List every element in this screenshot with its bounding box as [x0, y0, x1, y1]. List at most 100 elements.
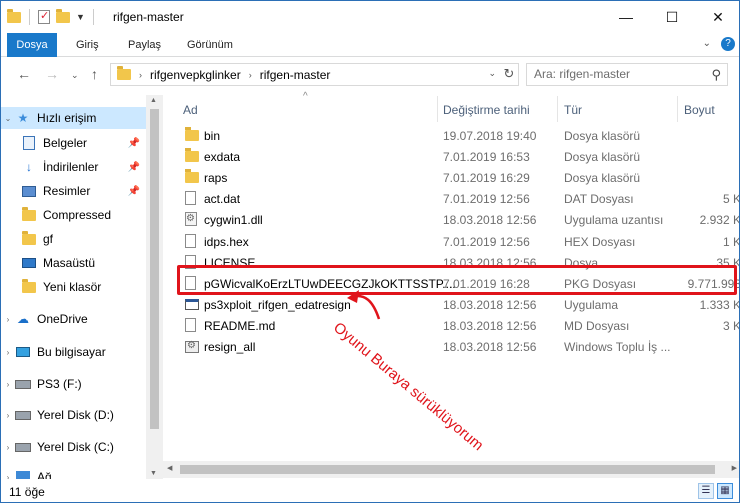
sidebar-item-new-folder[interactable]: Yeni klasör [1, 276, 146, 298]
sidebar-item-gf[interactable]: gf [1, 228, 146, 250]
network-icon [16, 471, 30, 479]
dll-icon [185, 212, 197, 227]
expand-chevron-icon[interactable]: › [1, 443, 15, 452]
sidebar-scrollbar[interactable]: ▲ ▼ [146, 95, 163, 479]
sidebar-item-this-pc[interactable]: › Bu bilgisayar [1, 341, 146, 363]
sidebar-item-label: İndirilenler [43, 160, 99, 174]
sidebar-scrollbar-thumb[interactable] [150, 109, 159, 429]
expand-chevron-icon[interactable]: ⌄ [1, 114, 15, 123]
sidebar-item-label: Hızlı erişim [37, 111, 97, 125]
help-button[interactable]: ? [721, 37, 735, 51]
search-icon: ⚲ [711, 67, 721, 82]
sidebar-item-label: PS3 (F:) [37, 377, 82, 391]
up-arrow-icon[interactable]: ↑ [91, 66, 98, 82]
expand-chevron-icon[interactable]: › [1, 411, 15, 420]
tab-home[interactable]: Giriş [76, 33, 99, 57]
column-separator[interactable] [677, 96, 678, 122]
table-row[interactable]: bin 19.07.2018 19:40 Dosya klasörü [163, 126, 739, 147]
maximize-button[interactable]: ☐ [649, 1, 695, 33]
table-row[interactable]: resign_all 18.03.2018 12:56 Windows Toplu … [163, 337, 739, 358]
details-view-icon[interactable]: ☰ [698, 483, 714, 499]
file-type: HEX Dosyası [564, 234, 636, 249]
address-bar[interactable]: › rifgenvepkglinker › rifgen-master ⌄ [110, 63, 519, 86]
folder-icon [117, 66, 131, 80]
sidebar-item-documents[interactable]: Belgeler 📌 [1, 132, 146, 154]
sidebar-item-onedrive[interactable]: › ☁ OneDrive [1, 308, 146, 330]
pin-icon[interactable]: 📌 [128, 138, 140, 149]
file-modified-date: 18.03.2018 12:56 [443, 318, 537, 333]
expand-chevron-icon[interactable]: › [1, 348, 15, 357]
onedrive-icon: ☁ [17, 312, 29, 326]
star-icon: ★ [17, 111, 29, 125]
table-row[interactable]: act.dat 7.01.2019 12:56 DAT Dosyası 5 K [163, 189, 739, 210]
breadcrumb-separator-icon[interactable]: › [139, 70, 142, 80]
breadcrumb-rifgenvepkglinker[interactable]: rifgenvepkglinker [150, 68, 241, 82]
minimize-button[interactable]: — [603, 1, 649, 33]
sidebar-item-label: Yerel Disk (D:) [37, 408, 114, 422]
file-type: MD Dosyası [564, 318, 630, 333]
column-header-size[interactable]: Boyut [684, 96, 715, 124]
title-bar: ▼ rifgen-master — ☐ ✕ [1, 1, 739, 33]
file-icon [185, 191, 196, 206]
folder-icon [22, 278, 36, 293]
sidebar-item-compressed[interactable]: Compressed [1, 204, 146, 226]
table-row[interactable]: cygwin1.dll 18.03.2018 12:56 Uygulama uzan… [163, 210, 739, 231]
refresh-icon[interactable]: ↻ [499, 63, 519, 86]
sidebar-item-local-disk-c[interactable]: › Yerel Disk (C:) [1, 436, 146, 458]
sidebar-item-network[interactable]: › Ağ [1, 466, 146, 479]
tab-view[interactable]: Görünüm [187, 33, 233, 57]
horizontal-scrollbar-thumb[interactable] [180, 465, 715, 474]
tab-file[interactable]: Dosya [7, 33, 57, 57]
annotation-highlight-box [177, 265, 737, 295]
folder-icon[interactable] [7, 8, 21, 23]
file-name: act.dat [204, 192, 241, 207]
documents-icon [23, 136, 35, 150]
recent-locations-chevron-icon[interactable]: ⌄ [71, 70, 79, 81]
search-input[interactable]: Ara: rifgen-master ⚲ [526, 63, 728, 86]
file-modified-date: 18.03.2018 12:56 [443, 213, 537, 228]
large-icons-view-icon[interactable]: ▦ [717, 483, 733, 499]
sidebar-item-downloads[interactable]: ↓ İndirilenler 📌 [1, 156, 146, 178]
new-folder-icon[interactable] [56, 8, 70, 23]
forward-arrow-icon[interactable]: → [45, 66, 59, 82]
pin-icon[interactable]: 📌 [128, 186, 140, 197]
pin-icon[interactable]: 📌 [128, 162, 140, 173]
scroll-up-icon[interactable]: ▲ [150, 97, 157, 104]
sidebar-item-pictures[interactable]: Resimler 📌 [1, 180, 146, 202]
expand-ribbon-chevron-icon[interactable]: ⌄ [703, 38, 711, 49]
sidebar-item-label: gf [43, 232, 54, 246]
breadcrumb-rifgen-master[interactable]: rifgen-master [260, 68, 331, 82]
table-row[interactable]: ps3xploit_rifgen_edatresign 18.03.2018 12… [163, 295, 739, 316]
column-header-type[interactable]: Tür [564, 96, 582, 124]
close-button[interactable]: ✕ [695, 1, 739, 33]
scroll-left-icon[interactable]: ◀ [167, 464, 172, 472]
expand-chevron-icon[interactable]: › [1, 380, 15, 389]
table-row[interactable]: exdata 7.01.2019 16:53 Dosya klasörü [163, 147, 739, 168]
column-header-date[interactable]: Değiştirme tarihi [443, 96, 530, 124]
scroll-down-icon[interactable]: ▼ [150, 470, 157, 477]
address-history-chevron-icon[interactable]: ⌄ [488, 68, 496, 79]
sidebar-item-local-disk-d[interactable]: › Yerel Disk (D:) [1, 404, 146, 426]
breadcrumb-separator-icon[interactable]: › [249, 70, 252, 80]
horizontal-scrollbar[interactable]: ◀ ▶ [163, 461, 739, 478]
column-separator[interactable] [437, 96, 438, 122]
table-row[interactable]: README.md 18.03.2018 12:56 MD Dosyası 3 K [163, 316, 739, 337]
scroll-right-icon[interactable]: ▶ [732, 464, 737, 472]
sidebar-item-ps3-drive[interactable]: › PS3 (F:) [1, 373, 146, 395]
table-row[interactable]: idps.hex 7.01.2019 12:56 HEX Dosyası 1 K [163, 232, 740, 253]
file-size: 1 K [722, 234, 740, 249]
column-separator[interactable] [557, 96, 558, 122]
folder-icon [22, 230, 36, 245]
tab-share[interactable]: Paylaş [128, 33, 161, 57]
properties-icon[interactable] [38, 9, 50, 24]
customize-toolbar-dropdown-icon[interactable]: ▼ [76, 12, 85, 22]
expand-chevron-icon[interactable]: › [1, 315, 15, 324]
back-arrow-icon[interactable]: ← [17, 66, 31, 82]
table-row[interactable]: raps 7.01.2019 16:29 Dosya klasörü [163, 168, 739, 189]
application-icon [185, 298, 199, 310]
sidebar-item-desktop[interactable]: Masaüstü [1, 252, 146, 274]
file-name: idps.hex [204, 234, 249, 249]
sidebar-item-quick-access[interactable]: ⌄ ★ Hızlı erişim [1, 107, 146, 129]
sidebar-item-label: Resimler [43, 184, 91, 198]
column-header-name[interactable]: Ad [183, 96, 198, 124]
